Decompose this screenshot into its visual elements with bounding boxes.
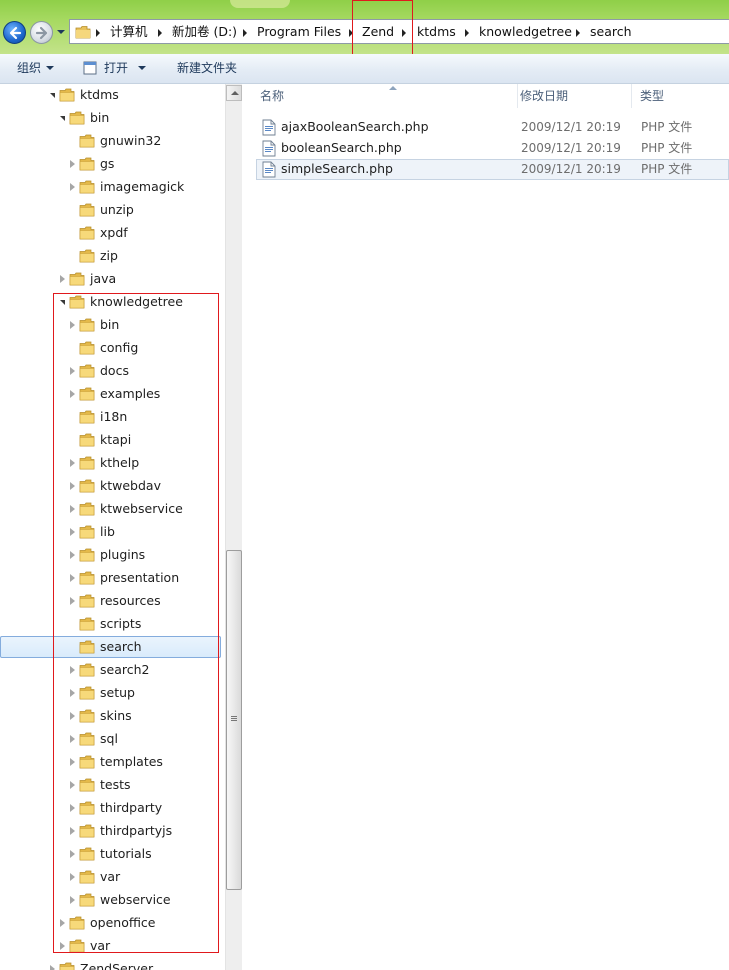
file-name: simpleSearch.php bbox=[281, 161, 393, 176]
expanded-triangle-icon[interactable] bbox=[50, 93, 55, 98]
forward-button[interactable] bbox=[30, 21, 53, 44]
tree-item[interactable]: zip bbox=[0, 245, 225, 268]
knowledgetree-highlight-box bbox=[53, 293, 219, 953]
tree-item-label: imagemagick bbox=[100, 179, 185, 194]
sort-ascending-icon bbox=[389, 86, 397, 90]
breadcrumb-search[interactable]: search bbox=[590, 24, 632, 40]
file-type: PHP 文件 bbox=[641, 120, 693, 134]
file-modified: 2009/12/1 20:19 bbox=[521, 141, 621, 155]
tree-item[interactable]: imagemagick bbox=[0, 176, 225, 199]
tree-item[interactable]: ktdms bbox=[0, 84, 225, 107]
file-type: PHP 文件 bbox=[641, 141, 693, 155]
collapsed-triangle-icon[interactable] bbox=[70, 160, 75, 168]
open-button[interactable]: 打开 bbox=[104, 60, 128, 76]
file-name: ajaxBooleanSearch.php bbox=[281, 119, 429, 134]
php-file-icon bbox=[262, 140, 276, 160]
chevron-right-icon[interactable] bbox=[243, 29, 247, 37]
file-name: booleanSearch.php bbox=[281, 140, 402, 155]
tree-item[interactable]: xpdf bbox=[0, 222, 225, 245]
breadcrumb-ktdms[interactable]: ktdms bbox=[417, 24, 456, 40]
scroll-up-button[interactable] bbox=[226, 85, 242, 101]
collapsed-triangle-icon[interactable] bbox=[50, 965, 55, 970]
expanded-triangle-icon[interactable] bbox=[60, 116, 65, 121]
chevron-right-icon[interactable] bbox=[465, 29, 469, 37]
column-type-label: 类型 bbox=[640, 89, 665, 103]
column-header-name[interactable]: 名称 bbox=[252, 84, 518, 108]
new-folder-button[interactable]: 新建文件夹 bbox=[177, 60, 237, 76]
php-file-icon bbox=[262, 119, 276, 139]
open-with-icon bbox=[82, 60, 98, 76]
collapsed-triangle-icon[interactable] bbox=[70, 183, 75, 191]
chevron-right-icon[interactable] bbox=[96, 29, 100, 37]
tree-item[interactable]: ZendServer bbox=[0, 958, 225, 970]
file-modified: 2009/12/1 20:19 bbox=[521, 120, 621, 134]
tree-item[interactable]: gs bbox=[0, 153, 225, 176]
address-bar-area: 计算机 新加卷 (D:) Program Files Zend ktdms kn… bbox=[0, 0, 729, 56]
breadcrumb-knowledgetree[interactable]: knowledgetree bbox=[479, 24, 572, 40]
tree-item-label: bin bbox=[90, 110, 110, 125]
folder-icon bbox=[79, 202, 95, 221]
file-row[interactable]: ajaxBooleanSearch.php 2009/12/1 20:19 PHP … bbox=[256, 117, 729, 138]
organize-button[interactable]: 组织 bbox=[17, 60, 41, 76]
recent-pages-dropdown[interactable] bbox=[56, 26, 66, 38]
tree-scrollbar[interactable] bbox=[225, 84, 242, 970]
file-list-pane: 名称 修改日期 类型 ajaxBooleanSearch.php 2009/12/… bbox=[242, 84, 729, 970]
tree-item[interactable]: gnuwin32 bbox=[0, 130, 225, 153]
scrollbar-thumb[interactable] bbox=[226, 550, 242, 890]
breadcrumb-computer[interactable]: 计算机 bbox=[110, 24, 148, 40]
back-button[interactable] bbox=[3, 21, 26, 44]
breadcrumb-program-files[interactable]: Program Files bbox=[257, 24, 341, 40]
arrow-right-icon bbox=[35, 26, 48, 40]
zend-highlight-box bbox=[352, 0, 413, 56]
column-modified-label: 修改日期 bbox=[520, 89, 569, 103]
chevron-down-icon bbox=[57, 30, 65, 34]
tree-item-label: ZendServer bbox=[80, 961, 154, 970]
folder-icon bbox=[79, 133, 95, 152]
tree-item[interactable]: bin bbox=[0, 107, 225, 130]
column-header-type[interactable]: 类型 bbox=[632, 84, 729, 108]
collapsed-triangle-icon[interactable] bbox=[60, 275, 65, 283]
folder-icon bbox=[69, 110, 85, 129]
column-header-modified[interactable]: 修改日期 bbox=[512, 84, 632, 108]
tree-item-label: java bbox=[90, 271, 117, 286]
file-row[interactable]: simpleSearch.php 2009/12/1 20:19 PHP 文件 bbox=[256, 159, 729, 180]
tree-item-label: gs bbox=[100, 156, 115, 171]
tree-item-label: ktdms bbox=[80, 87, 119, 102]
folder-icon bbox=[79, 225, 95, 244]
column-name-label: 名称 bbox=[260, 89, 285, 103]
folder-icon bbox=[79, 156, 95, 175]
tree-item-label: unzip bbox=[100, 202, 134, 217]
folder-icon bbox=[79, 248, 95, 267]
folder-icon bbox=[79, 179, 95, 198]
file-type: PHP 文件 bbox=[641, 162, 693, 176]
arrow-left-icon bbox=[9, 26, 22, 40]
tree-item-label: gnuwin32 bbox=[100, 133, 162, 148]
folder-icon bbox=[69, 271, 85, 290]
grip-icon bbox=[231, 716, 237, 717]
chevron-right-icon[interactable] bbox=[576, 29, 580, 37]
tree-item-label: zip bbox=[100, 248, 118, 263]
php-file-icon bbox=[262, 161, 276, 181]
tree-item[interactable]: java bbox=[0, 268, 225, 291]
breadcrumb-drive-d[interactable]: 新加卷 (D:) bbox=[172, 24, 237, 40]
folder-icon bbox=[75, 24, 91, 43]
chevron-down-icon bbox=[138, 66, 146, 70]
folder-icon bbox=[59, 961, 75, 970]
chevron-down-icon bbox=[46, 66, 54, 70]
file-row[interactable]: booleanSearch.php 2009/12/1 20:19 PHP 文件 bbox=[256, 138, 729, 159]
file-modified: 2009/12/1 20:19 bbox=[521, 162, 621, 176]
tree-item-label: xpdf bbox=[100, 225, 128, 240]
command-toolbar: 组织 打开 新建文件夹 bbox=[0, 54, 729, 84]
folder-icon bbox=[59, 87, 75, 106]
tree-item[interactable]: unzip bbox=[0, 199, 225, 222]
chevron-right-icon[interactable] bbox=[158, 29, 162, 37]
